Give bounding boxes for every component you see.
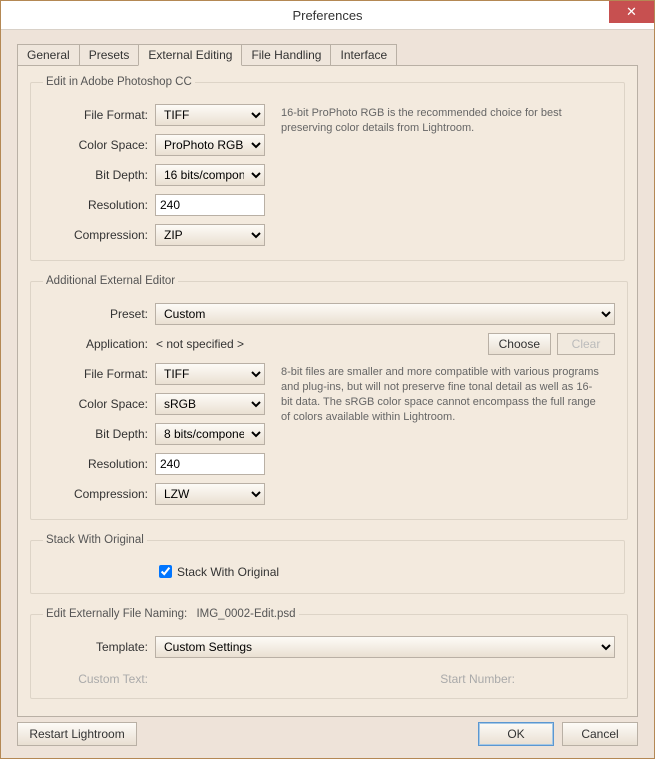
select-bit-depth-2[interactable]: 8 bits/component	[155, 423, 265, 445]
application-value: < not specified >	[155, 337, 396, 351]
checkbox-stack-original[interactable]	[159, 565, 172, 578]
close-button[interactable]: ✕	[609, 1, 654, 23]
tab-interface[interactable]: Interface	[330, 44, 397, 66]
choose-button[interactable]: Choose	[488, 333, 551, 355]
tab-external-editing[interactable]: External Editing	[138, 44, 242, 66]
select-template[interactable]: Custom Settings	[155, 636, 615, 658]
hint-photoshop: 16-bit ProPhoto RGB is the recommended c…	[281, 106, 601, 136]
label-custom-text: Custom Text:	[43, 672, 155, 686]
hint-additional: 8-bit files are smaller and more compati…	[281, 365, 601, 424]
label-start-number: Start Number:	[440, 672, 515, 686]
group-title-naming: Edit Externally File Naming: IMG_0002-Ed…	[43, 608, 299, 620]
select-color-space-1[interactable]: ProPhoto RGB	[155, 134, 265, 156]
select-compression-2[interactable]: LZW	[155, 483, 265, 505]
label-application: Application:	[43, 337, 155, 351]
label-compression-1: Compression:	[43, 228, 155, 242]
group-title-photoshop: Edit in Adobe Photoshop CC	[43, 76, 195, 88]
content-area: General Presets External Editing File Ha…	[1, 30, 654, 729]
group-title-additional: Additional External Editor	[43, 275, 178, 287]
label-stack-original: Stack With Original	[177, 565, 279, 579]
input-resolution-2[interactable]	[155, 453, 265, 475]
bottom-bar: Restart Lightroom OK Cancel	[17, 722, 638, 746]
tab-panel: Edit in Adobe Photoshop CC File Format: …	[17, 65, 638, 717]
tab-general[interactable]: General	[17, 44, 80, 66]
label-template: Template:	[43, 640, 155, 654]
select-file-format-1[interactable]: TIFF	[155, 104, 265, 126]
select-preset[interactable]: Custom	[155, 303, 615, 325]
label-file-format-2: File Format:	[43, 367, 155, 381]
group-stack-with-original: Stack With Original Stack With Original	[30, 534, 625, 594]
label-bit-depth-1: Bit Depth:	[43, 168, 155, 182]
tab-strip: General Presets External Editing File Ha…	[17, 44, 638, 66]
label-compression-2: Compression:	[43, 487, 155, 501]
window-title: Preferences	[292, 8, 362, 23]
input-resolution-1[interactable]	[155, 194, 265, 216]
close-icon: ✕	[626, 4, 637, 20]
select-compression-1[interactable]: ZIP	[155, 224, 265, 246]
group-title-stack: Stack With Original	[43, 534, 147, 546]
tab-file-handling[interactable]: File Handling	[241, 44, 331, 66]
select-file-format-2[interactable]: TIFF	[155, 363, 265, 385]
restart-lightroom-button[interactable]: Restart Lightroom	[17, 722, 137, 746]
cancel-button[interactable]: Cancel	[562, 722, 638, 746]
label-resolution-2: Resolution:	[43, 457, 155, 471]
clear-button[interactable]: Clear	[557, 333, 615, 355]
ok-button[interactable]: OK	[478, 722, 554, 746]
preferences-window: Preferences ✕ General Presets External E…	[0, 0, 655, 759]
label-color-space-1: Color Space:	[43, 138, 155, 152]
label-resolution-1: Resolution:	[43, 198, 155, 212]
naming-filename: IMG_0002-Edit.psd	[196, 608, 295, 620]
group-additional-editor: Additional External Editor Preset: Custo…	[30, 275, 628, 520]
label-preset: Preset:	[43, 307, 155, 321]
titlebar: Preferences ✕	[1, 1, 654, 30]
group-edit-in-photoshop: Edit in Adobe Photoshop CC File Format: …	[30, 76, 625, 261]
select-bit-depth-1[interactable]: 16 bits/component	[155, 164, 265, 186]
label-color-space-2: Color Space:	[43, 397, 155, 411]
group-file-naming: Edit Externally File Naming: IMG_0002-Ed…	[30, 608, 628, 699]
tab-presets[interactable]: Presets	[79, 44, 140, 66]
label-file-format-1: File Format:	[43, 108, 155, 122]
select-color-space-2[interactable]: sRGB	[155, 393, 265, 415]
label-bit-depth-2: Bit Depth:	[43, 427, 155, 441]
